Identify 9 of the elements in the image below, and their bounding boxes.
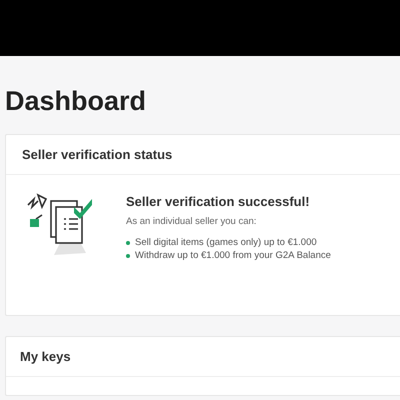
bullet-icon xyxy=(126,254,130,258)
benefit-text: Sell digital items (games only) up to €1.000 xyxy=(135,237,317,249)
success-heading: Seller verification successful! xyxy=(126,193,311,211)
card-title: Seller verification status xyxy=(22,146,172,164)
page-title: Dashboard xyxy=(5,85,148,118)
card-title: My keys xyxy=(20,348,71,366)
intro-text: As an individual seller you can: xyxy=(126,215,258,229)
benefit-text: Withdraw up to €1.000 from your G2A Balance xyxy=(135,250,331,262)
bullet-icon xyxy=(126,241,130,245)
